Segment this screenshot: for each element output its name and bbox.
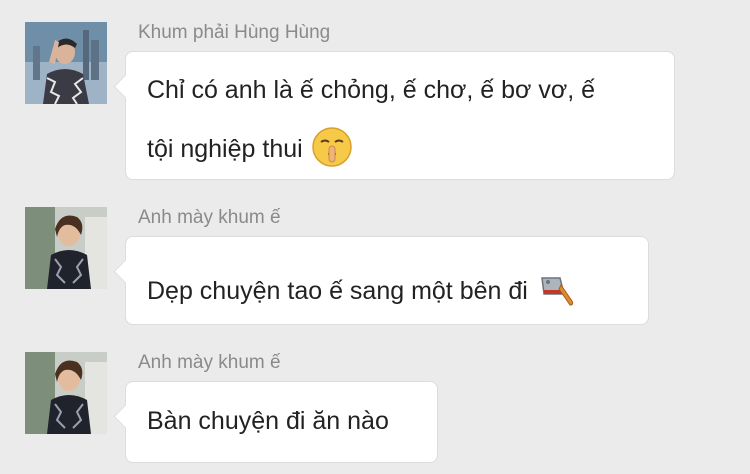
chat-conversation: Khum phải Hùng Hùng Chỉ có anh là ế chỏn…: [0, 0, 750, 474]
message-bubble[interactable]: Bàn chuyện đi ăn nào: [125, 381, 438, 463]
message-text: Dẹp chuyện tao ế sang một bên đi: [147, 277, 528, 306]
message-text: Bàn chuyện đi ăn nào: [147, 407, 389, 435]
avatar[interactable]: [25, 352, 107, 434]
message-text-line: Dẹp chuyện tao ế sang một bên đi: [147, 268, 578, 317]
cleaver-knife-icon: [536, 268, 578, 317]
message-bubble[interactable]: Dẹp chuyện tao ế sang một bên đi: [125, 236, 649, 325]
message-bubble[interactable]: Chỉ có anh là ế chỏng, ế chơ, ế bơ vơ, ế…: [125, 51, 675, 180]
message-text: tội nghiệp thui: [147, 135, 303, 164]
avatar-photo-icon: [25, 352, 107, 434]
sender-name: Anh mày khum ế: [138, 352, 281, 373]
avatar[interactable]: [25, 207, 107, 289]
message-text-line-2: tội nghiệp thui: [147, 126, 353, 175]
avatar-photo-icon: [25, 207, 107, 289]
sender-name: Khum phải Hùng Hùng: [138, 22, 331, 43]
message-text-line: Chỉ có anh là ế chỏng, ế chơ, ế bơ vơ, ế: [147, 76, 596, 104]
shushing-face-icon: [311, 126, 353, 175]
avatar[interactable]: [25, 22, 107, 104]
sender-name: Anh mày khum ế: [138, 207, 281, 228]
avatar-photo-icon: [25, 22, 107, 104]
